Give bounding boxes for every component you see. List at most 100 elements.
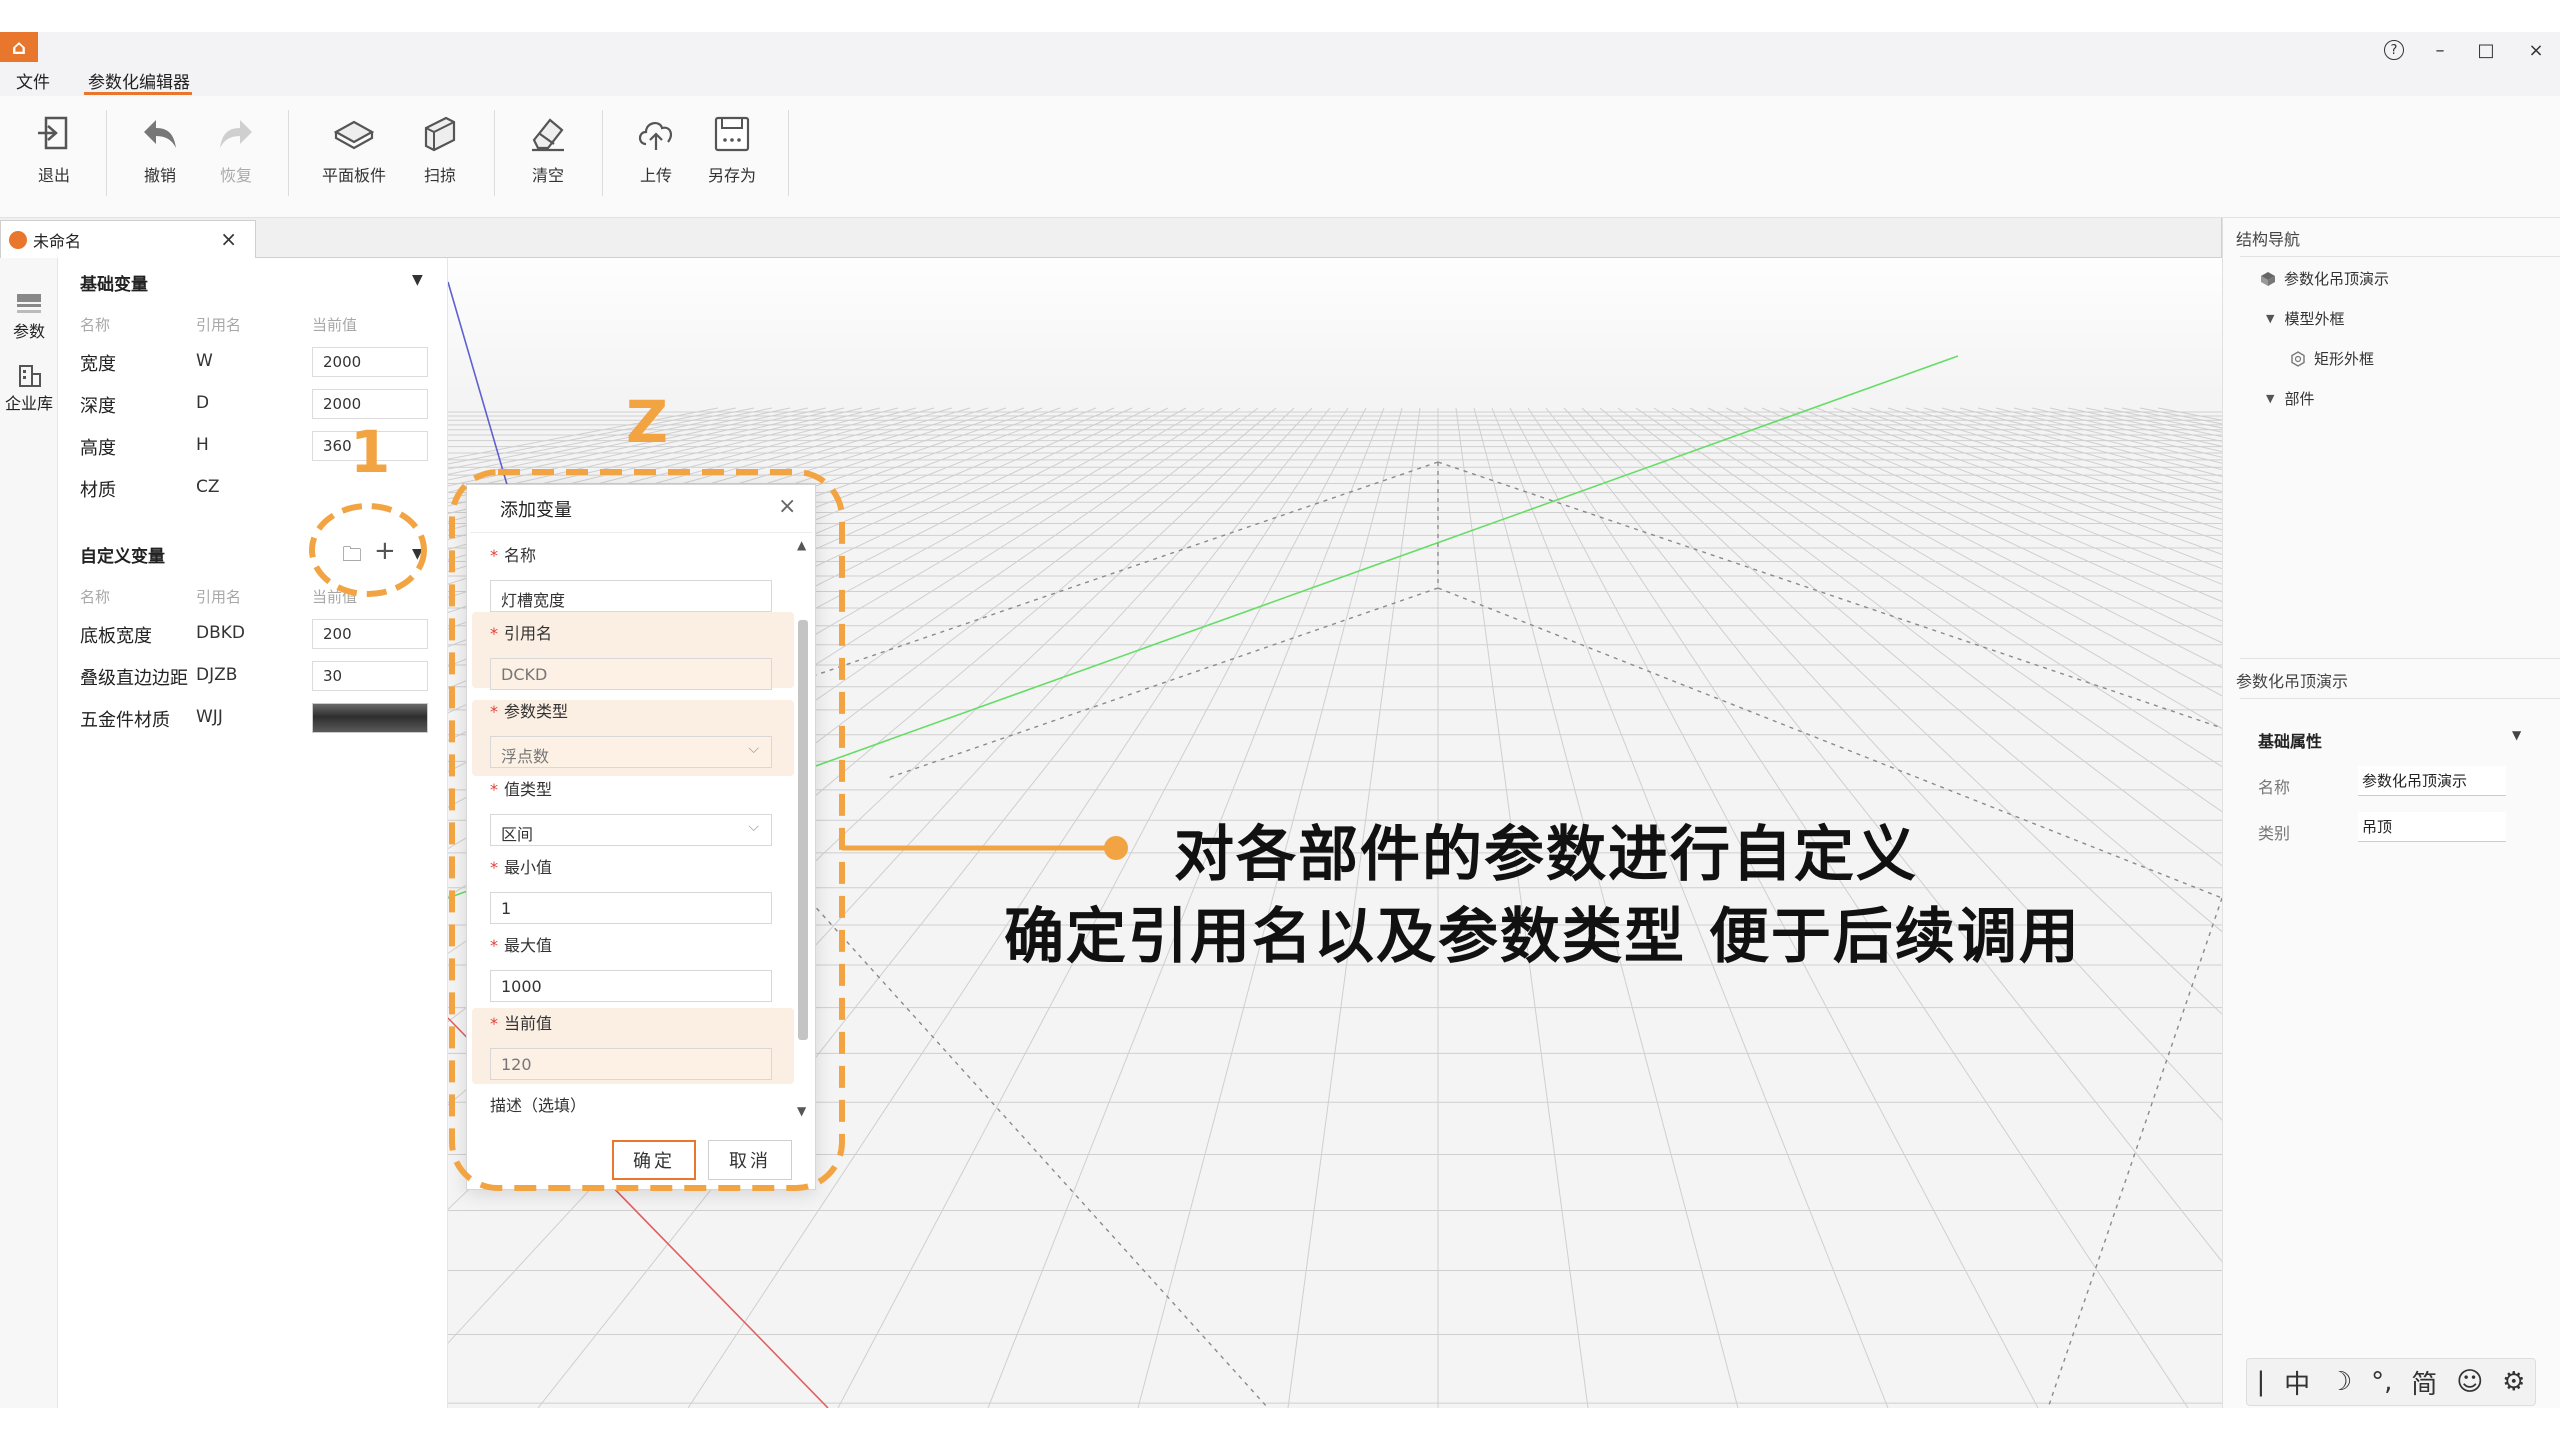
dialog-title: 添加变量 bbox=[500, 500, 572, 521]
field-alias-label: * 引用名 bbox=[490, 624, 553, 643]
chevron-down-icon: ⌵ bbox=[748, 819, 759, 835]
undo-icon bbox=[144, 120, 176, 148]
field-name-input[interactable]: 灯槽宽度 bbox=[490, 580, 772, 612]
custom-var-alias: DJZB bbox=[196, 665, 238, 685]
cube-icon bbox=[2261, 271, 2275, 286]
dialog-close-icon[interactable]: × bbox=[778, 494, 796, 519]
close-window-button[interactable]: × bbox=[2518, 36, 2554, 64]
field-param-type-select[interactable]: 浮点数 ⌵ bbox=[490, 736, 772, 768]
save-as-button[interactable]: 另存为 bbox=[692, 112, 772, 192]
menu-param-editor[interactable]: 参数化编辑器 bbox=[88, 68, 190, 93]
basic-var-value-input[interactable]: 2000 bbox=[312, 347, 428, 377]
menu-file[interactable]: 文件 bbox=[16, 68, 50, 93]
structure-nav-title: 结构导航 bbox=[2236, 230, 2301, 249]
folder-icon[interactable]: 🗀 bbox=[342, 540, 362, 574]
material-swatch[interactable] bbox=[312, 703, 428, 733]
scroll-down-icon[interactable]: ▼ bbox=[797, 1104, 806, 1118]
field-value-type-label: * 值类型 bbox=[490, 780, 553, 799]
document-tab[interactable]: 未命名 × bbox=[0, 220, 256, 258]
exit-button[interactable]: 退出 bbox=[14, 112, 94, 192]
close-tab-icon[interactable]: × bbox=[220, 227, 237, 251]
undo-button[interactable]: 撤销 bbox=[120, 112, 200, 192]
gear-icon[interactable]: ⚙ bbox=[2502, 1367, 2525, 1397]
step-1-marker: 1 bbox=[350, 418, 391, 486]
custom-var-alias: WJJ bbox=[196, 707, 223, 727]
tree-item-model-frame[interactable]: ▼ 模型外框 bbox=[2266, 308, 2344, 329]
basic-vars-collapse-icon[interactable]: ▼ bbox=[412, 272, 423, 288]
cancel-button[interactable]: 取消 bbox=[708, 1140, 792, 1180]
field-value-type-select[interactable]: 区间 ⌵ bbox=[490, 814, 772, 846]
top-margin bbox=[0, 0, 2560, 32]
value-type-value: 区间 bbox=[501, 825, 534, 844]
dialog-scrollbar-thumb[interactable] bbox=[798, 620, 808, 1040]
tree-item-label: 矩形外框 bbox=[2314, 350, 2375, 368]
expand-caret-icon[interactable]: ▼ bbox=[2266, 312, 2274, 325]
field-param-type-label: * 参数类型 bbox=[490, 702, 569, 721]
exit-label: 退出 bbox=[37, 166, 70, 185]
ime-chinese-toggle[interactable]: 中 bbox=[2284, 1364, 2310, 1401]
undo-label: 撤销 bbox=[143, 166, 176, 185]
toolbar-separator bbox=[602, 110, 603, 196]
plane-board-label: 平面板件 bbox=[321, 166, 386, 185]
field-current-input[interactable]: 120 bbox=[490, 1048, 772, 1080]
prop-name-input[interactable]: 参数化吊顶演示 bbox=[2358, 766, 2506, 796]
divider bbox=[2240, 256, 2560, 257]
rail-item-params[interactable]: 参数 bbox=[0, 290, 58, 342]
moon-icon[interactable]: ☽ bbox=[2329, 1367, 2352, 1397]
sweep-label: 扫掠 bbox=[423, 166, 456, 185]
punctuation-icon[interactable]: °, bbox=[2371, 1367, 2392, 1397]
custom-col-alias: 引用名 bbox=[196, 588, 242, 606]
tree-item-label: 模型外框 bbox=[2284, 310, 2345, 328]
plane-board-button[interactable]: 平面板件 bbox=[314, 112, 394, 192]
bottom-margin bbox=[0, 1408, 2560, 1440]
field-min-input[interactable]: 1 bbox=[490, 892, 772, 924]
toolbar-separator bbox=[106, 110, 107, 196]
sweep-button[interactable]: 扫掠 bbox=[400, 112, 480, 192]
rail-params-label: 参数 bbox=[12, 322, 45, 341]
basic-vars-title: 基础变量 bbox=[80, 275, 148, 295]
custom-vars-collapse-icon[interactable]: ▼ bbox=[412, 546, 423, 562]
emoji-icon[interactable]: ☺ bbox=[2456, 1367, 2483, 1397]
upload-label: 上传 bbox=[639, 166, 672, 185]
annotation-line-2: 确定引用名以及参数类型 便于后续调用 bbox=[1004, 902, 2081, 972]
add-variable-icon[interactable]: + bbox=[374, 536, 396, 566]
confirm-button[interactable]: 确定 bbox=[612, 1140, 696, 1180]
basic-col-alias: 引用名 bbox=[196, 316, 242, 334]
props-section-title: 基础属性 bbox=[2258, 732, 2323, 751]
basic-var-alias: CZ bbox=[196, 477, 220, 497]
redo-label: 恢复 bbox=[219, 166, 252, 185]
basic-col-name: 名称 bbox=[80, 316, 111, 334]
chevron-down-icon: ⌵ bbox=[748, 741, 759, 757]
document-tab-title: 未命名 bbox=[33, 231, 82, 251]
rail-item-library[interactable]: 企业库 bbox=[0, 362, 58, 414]
toolbar-separator bbox=[494, 110, 495, 196]
redo-button[interactable]: 恢复 bbox=[196, 112, 276, 192]
field-alias-input[interactable]: DCKD bbox=[490, 658, 772, 690]
tree-item-root[interactable]: 参数化吊顶演示 bbox=[2260, 268, 2389, 289]
basic-var-value-input[interactable]: 2000 bbox=[312, 389, 428, 419]
custom-var-value-input[interactable]: 200 bbox=[312, 619, 428, 649]
step-2-marker: Z bbox=[626, 388, 669, 456]
scroll-up-icon[interactable]: ▲ bbox=[797, 538, 806, 552]
expand-caret-icon[interactable]: ▼ bbox=[2266, 392, 2274, 405]
basic-var-name: 高度 bbox=[80, 438, 116, 459]
props-collapse-icon[interactable]: ▼ bbox=[2512, 728, 2521, 742]
help-button[interactable]: ? bbox=[2376, 36, 2412, 64]
tree-item-rect-frame[interactable]: 矩形外框 bbox=[2290, 348, 2374, 369]
clear-button[interactable]: 清空 bbox=[508, 112, 588, 192]
ime-simplified-toggle[interactable]: 简 bbox=[2411, 1364, 2437, 1401]
maximize-button[interactable]: □ bbox=[2468, 36, 2504, 64]
cloud-upload-icon bbox=[638, 122, 672, 150]
minimize-button[interactable]: – bbox=[2422, 36, 2458, 64]
divider bbox=[2240, 698, 2560, 699]
custom-vars-title: 自定义变量 bbox=[80, 547, 165, 567]
document-icon bbox=[9, 230, 27, 249]
field-max-input[interactable]: 1000 bbox=[490, 970, 772, 1002]
upload-button[interactable]: 上传 bbox=[616, 112, 696, 192]
custom-var-value-input[interactable]: 30 bbox=[312, 661, 428, 691]
tree-item-parts[interactable]: ▼ 部件 bbox=[2266, 388, 2314, 409]
prop-category-input[interactable]: 吊顶 bbox=[2358, 812, 2506, 842]
ime-toolbar: | 中 ☽ °, 简 ☺ ⚙ bbox=[2246, 1358, 2536, 1406]
field-description-label: 描述（选填） bbox=[490, 1096, 587, 1115]
basic-var-alias: H bbox=[196, 435, 209, 455]
